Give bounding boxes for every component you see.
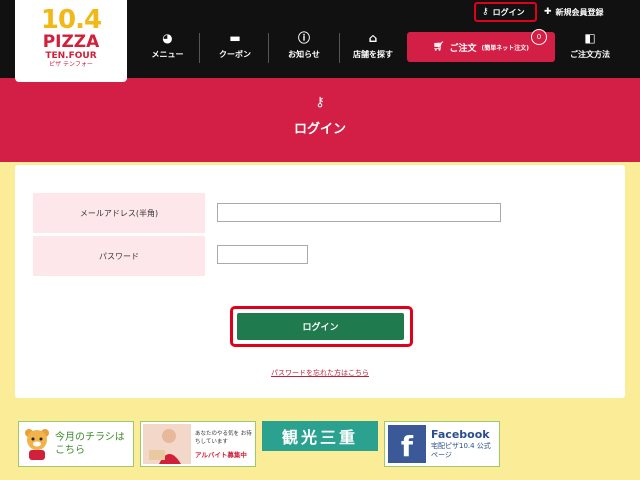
nav-divider bbox=[339, 33, 340, 63]
email-label: メールアドレス(半角) bbox=[33, 193, 205, 233]
forgot-password-link[interactable]: パスワードを忘れた方はこちら bbox=[0, 368, 640, 378]
top-register-link[interactable]: ✚ 新規会員登録 bbox=[538, 2, 638, 22]
cart-icon: 🛒︎ bbox=[433, 42, 445, 52]
job-title: アルバイト募集中 bbox=[195, 451, 247, 459]
book-icon: ◧ bbox=[584, 31, 596, 45]
pizza-icon: ◕ bbox=[162, 31, 173, 45]
email-field[interactable] bbox=[217, 203, 501, 222]
key-icon: ⚷ bbox=[482, 7, 489, 17]
nav-divider bbox=[199, 33, 200, 63]
flyer-banner[interactable]: 今月のチラシは こちら bbox=[18, 421, 134, 467]
flyer-text: 今月のチラシは こちら bbox=[55, 432, 125, 456]
nav-stores-label: 店舗を探す bbox=[353, 50, 393, 59]
top-login-link[interactable]: ⚷ ログイン bbox=[474, 2, 537, 22]
staff-photo-icon bbox=[143, 424, 191, 464]
nav-how-to-order[interactable]: ◧ ご注文方法 bbox=[560, 30, 620, 70]
nav-divider bbox=[268, 33, 269, 63]
top-login-label: ログイン bbox=[492, 7, 525, 17]
nav-news-label: お知らせ bbox=[288, 50, 320, 59]
top-register-label: 新規会員登録 bbox=[555, 7, 604, 17]
nav-how-to-order-label: ご注文方法 bbox=[570, 50, 610, 59]
page-title: ログイン bbox=[293, 122, 346, 137]
site-logo[interactable]: 10.4 PIZZA TEN.FOUR ピザ テンフォー bbox=[15, 0, 127, 82]
job-tagline: あなたのやる気を お待ちしています bbox=[195, 431, 252, 445]
facebook-title: Facebook bbox=[431, 428, 490, 441]
facebook-icon: f bbox=[388, 425, 426, 463]
tourism-banner[interactable]: 観光三重 bbox=[262, 421, 378, 451]
nav-news[interactable]: ⓘ お知らせ bbox=[272, 30, 336, 70]
user-plus-icon: ✚ bbox=[544, 7, 552, 17]
nav-menu[interactable]: ◕ メニュー bbox=[140, 30, 195, 70]
logo-number: 10.4 bbox=[40, 5, 102, 35]
cart-count-badge: 0 bbox=[531, 29, 547, 45]
info-icon: ⓘ bbox=[297, 31, 310, 45]
facebook-banner[interactable]: f Facebook 宅配ピザ10.4 公式ページ bbox=[384, 421, 500, 467]
nav-coupon-label: クーポン bbox=[219, 50, 251, 59]
bear-mascot-icon bbox=[25, 429, 49, 460]
password-label: パスワード bbox=[33, 236, 205, 276]
nav-menu-label: メニュー bbox=[151, 50, 184, 59]
coupon-icon: ▬ bbox=[229, 31, 241, 45]
logo-kana: ピザ テンフォー bbox=[49, 61, 93, 68]
nav-stores[interactable]: ⌂ 店舗を探す bbox=[343, 30, 403, 70]
logo-tenfour: TEN.FOUR bbox=[45, 51, 97, 61]
logo-pizza: PIZZA bbox=[42, 32, 100, 52]
nav-coupon[interactable]: ▬ クーポン bbox=[205, 30, 265, 70]
job-banner[interactable]: あなたのやる気を お待ちしています アルバイト募集中 bbox=[140, 421, 256, 467]
facebook-subtitle: 宅配ピザ10.4 公式ページ bbox=[431, 442, 491, 459]
order-sublabel: (簡単ネット注文) bbox=[481, 44, 529, 52]
store-icon: ⌂ bbox=[368, 31, 378, 45]
order-label: ご注文 bbox=[449, 43, 477, 54]
password-field[interactable] bbox=[217, 245, 308, 264]
key-icon: ⚷ bbox=[315, 95, 325, 110]
login-button[interactable]: ログイン bbox=[237, 313, 404, 340]
